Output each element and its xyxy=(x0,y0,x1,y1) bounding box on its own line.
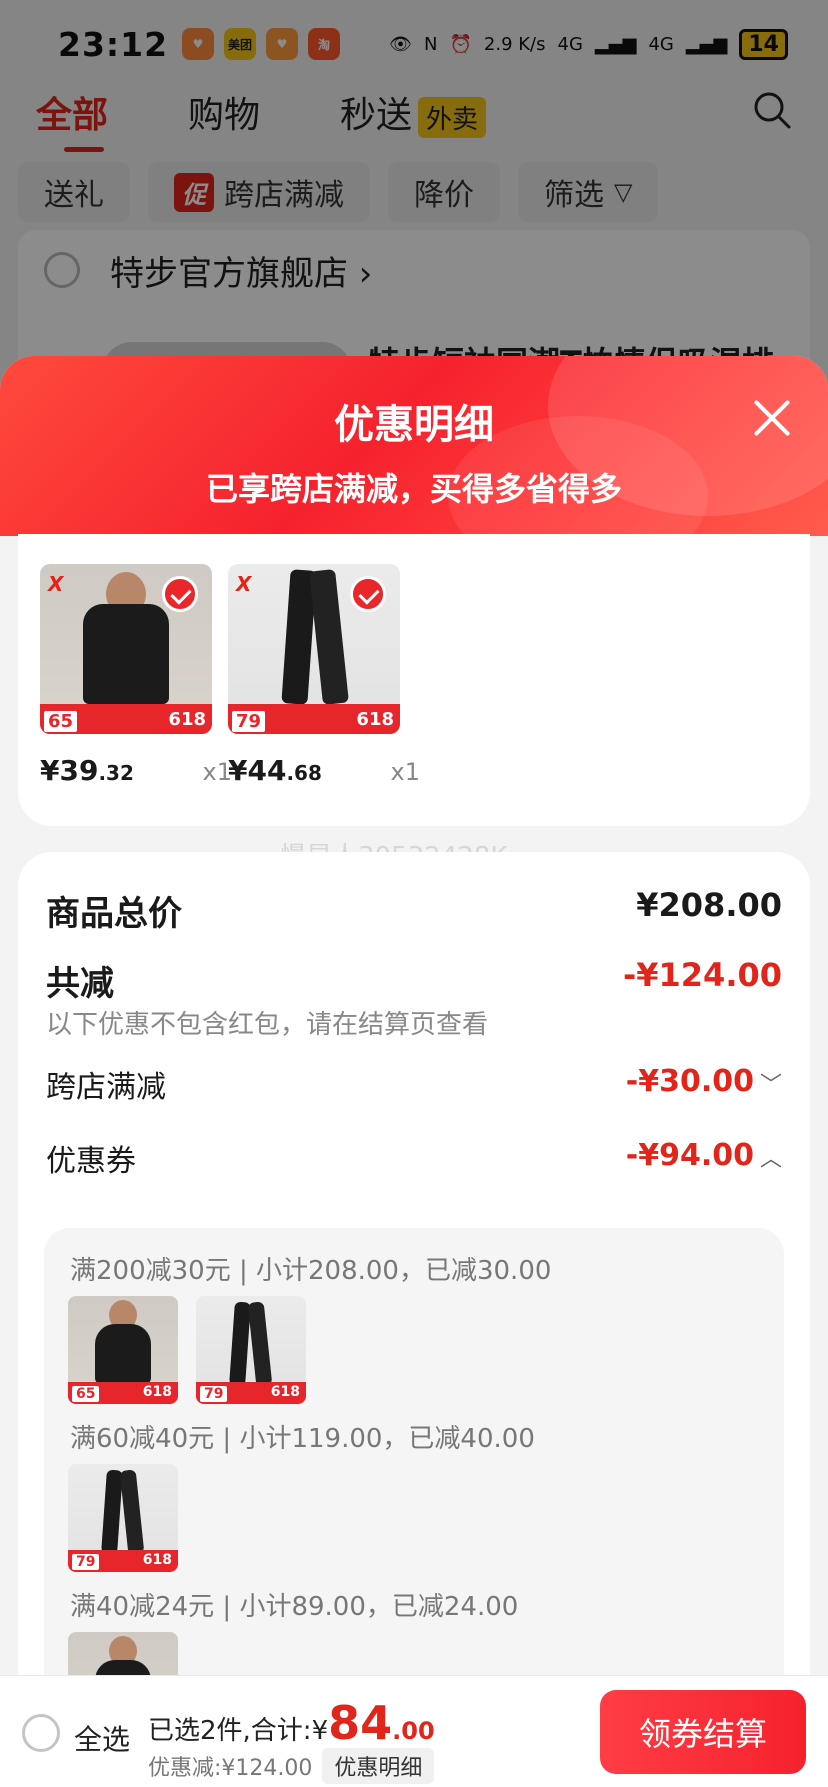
brand-logo: X xyxy=(236,572,252,596)
promo-price: 79 xyxy=(200,1386,228,1402)
promo-618: 618 xyxy=(270,1384,300,1400)
total-line: 已选2件,合计:¥84.00 xyxy=(148,1696,435,1750)
cross-store-label: 跨店满减 xyxy=(46,1070,166,1105)
coupon-product-thumb: 65 618 xyxy=(68,1296,178,1404)
discount-note: 以下优惠不包含红包，请在结算页查看 xyxy=(46,1010,489,1040)
total-value: ¥208.00 xyxy=(636,886,782,924)
product-price: ¥39.32 xyxy=(40,754,134,787)
selected-products-card: X 65 618 ¥39.32 x1 X 79 618 ¥44.68 x1 xyxy=(18,534,810,826)
promo-price: 65 xyxy=(44,711,78,732)
promo-618: 618 xyxy=(168,709,206,730)
promo-618: 618 xyxy=(356,709,394,730)
promo-strip: 65 618 xyxy=(40,704,212,734)
checked-icon xyxy=(162,576,198,612)
price-dec: .32 xyxy=(98,761,134,785)
summary-card: 商品总价 ¥208.00 共减 -¥124.00 以下优惠不包含红包，请在结算页… xyxy=(18,852,810,1787)
total-label: 商品总价 xyxy=(46,894,182,934)
product-price: ¥44.68 xyxy=(228,754,322,787)
cross-store-row[interactable]: -¥30.00 ﹀ xyxy=(626,1064,782,1099)
promo-strip: 65 618 xyxy=(68,1382,178,1404)
selected-count-text: 已选2件,合计:¥ xyxy=(148,1716,329,1746)
product-image: X 79 618 xyxy=(228,564,400,734)
promo-price: 79 xyxy=(232,711,266,732)
cross-store-value: -¥30.00 xyxy=(625,1064,754,1099)
promo-strip: 79 618 xyxy=(68,1550,178,1572)
select-all-label[interactable]: 全选 xyxy=(74,1718,130,1758)
pants-shape xyxy=(309,569,349,705)
promo-strip: 79 618 xyxy=(196,1382,306,1404)
promo-618: 618 xyxy=(142,1552,172,1568)
selected-product[interactable]: X 79 618 ¥44.68 x1 xyxy=(228,564,420,787)
coupon-row[interactable]: -¥94.00 ︿ xyxy=(626,1138,782,1173)
price-dec: .68 xyxy=(286,761,322,785)
saved-text: 优惠减:¥124.00 xyxy=(148,1756,313,1781)
coupon-product-thumb: 79 618 xyxy=(196,1296,306,1404)
coupon-product-thumb: 79 618 xyxy=(68,1464,178,1572)
coupon-value: -¥94.00 xyxy=(625,1138,754,1173)
pants-shape xyxy=(119,1469,145,1555)
bottom-bar: 全选 已选2件,合计:¥84.00 优惠减:¥124.00 优惠明细 领券结算 xyxy=(0,1675,828,1787)
total-price: 84.00 xyxy=(328,1696,435,1750)
select-all-radio[interactable] xyxy=(22,1714,60,1752)
coupon-rule: 满40减24元 | 小计89.00，已减24.00 xyxy=(70,1592,519,1622)
sheet-title: 优惠明细 xyxy=(334,402,494,448)
checked-icon xyxy=(350,576,386,612)
product-qty: x1 xyxy=(390,758,420,786)
total-price-dec: .00 xyxy=(392,1717,435,1745)
pants-shape xyxy=(247,1301,273,1387)
sheet-header: 优惠明细 已享跨店满减，买得多省得多 xyxy=(0,356,828,576)
chevron-up-icon: ︿ xyxy=(759,1146,782,1172)
close-icon[interactable] xyxy=(750,396,794,440)
promo-618: 618 xyxy=(142,1384,172,1400)
product-image: X 65 618 xyxy=(40,564,212,734)
tshirt-shape xyxy=(83,604,169,704)
promo-price: 79 xyxy=(72,1554,100,1570)
price-int: ¥39 xyxy=(40,754,99,787)
promo-price: 65 xyxy=(72,1386,100,1402)
coupon-label: 优惠券 xyxy=(46,1144,136,1179)
checkout-button[interactable]: 领券结算 xyxy=(600,1690,806,1774)
coupon-rule: 满200减30元 | 小计208.00，已减30.00 xyxy=(70,1256,552,1286)
selected-product[interactable]: X 65 618 ¥39.32 x1 xyxy=(40,564,232,787)
tshirt-shape xyxy=(95,1324,151,1384)
total-price-int: 84 xyxy=(328,1696,393,1750)
saved-line: 优惠减:¥124.00 优惠明细 xyxy=(148,1748,435,1784)
promo-strip: 79 618 xyxy=(228,704,400,734)
discount-label: 共减 xyxy=(46,964,114,1004)
discount-detail-button[interactable]: 优惠明细 xyxy=(322,1748,435,1784)
pants-shape xyxy=(229,1301,251,1387)
coupon-rule: 满60减40元 | 小计119.00，已减40.00 xyxy=(70,1424,535,1454)
discount-value: -¥124.00 xyxy=(622,956,782,994)
brand-logo: X xyxy=(48,572,64,596)
pants-shape xyxy=(101,1469,123,1555)
chevron-down-icon: ﹀ xyxy=(759,1072,782,1098)
sheet-subtitle: 已享跨店满减，买得多省得多 xyxy=(205,470,622,508)
discount-detail-sheet: 优惠明细 已享跨店满减，买得多省得多 X 65 618 ¥39.32 x1 X xyxy=(0,356,828,1787)
price-int: ¥44 xyxy=(228,754,287,787)
